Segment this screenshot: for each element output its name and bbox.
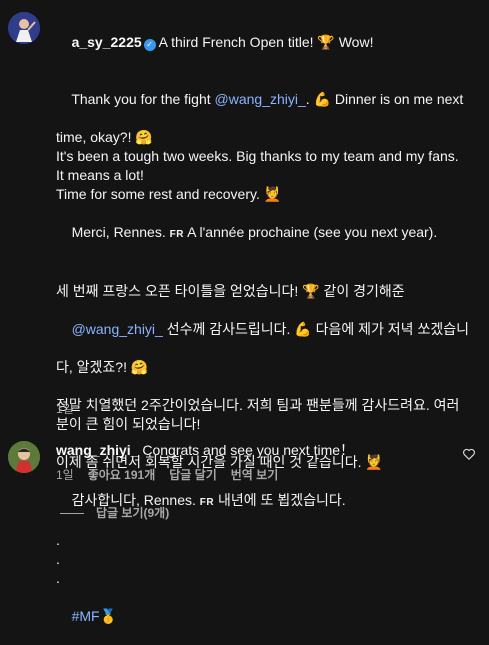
medal-icon: 🥇 [99, 608, 117, 624]
avatar[interactable] [8, 441, 40, 473]
caption-text: A third French Open title! 🏆 Wow! [158, 34, 374, 50]
divider [60, 513, 84, 514]
reply-username[interactable]: wang_zhiyi_ [56, 442, 138, 458]
post-caption: a_sy_2225 ✓ A third French Open title! 🏆 W… [56, 14, 476, 645]
caption-text: 내년에 또 뵙겠습니다. [214, 492, 346, 508]
username[interactable]: a_sy_2225 [72, 34, 142, 50]
caption-text: Merci, Rennes. [71, 224, 170, 240]
post-timestamp[interactable]: 1일 [56, 400, 74, 419]
caption-line: Thank you for the fight @wang_zhiyi_. 💪 … [56, 71, 476, 128]
translate-button[interactable]: 번역 보기 [231, 466, 279, 485]
reply-button[interactable]: 답글 달기 [169, 466, 217, 485]
dot-line: . [56, 532, 60, 548]
likes-count[interactable]: 좋아요 191개 [88, 466, 156, 485]
caption-line: Merci, Rennes. FR A l'année prochaine (s… [56, 204, 476, 263]
dot-line: . [56, 551, 60, 567]
caption-text: 선수께 감사드립니다. 💪 다음에 제가 저녁 쏘겠습니 [162, 321, 469, 337]
caption-text: . 💪 Dinner is on me next [305, 91, 464, 107]
caption-line: a_sy_2225 ✓ A third French Open title! 🏆 W… [56, 14, 476, 71]
mention-link[interactable]: @wang_zhiyi_ [215, 91, 306, 107]
caption-text: A l'année prochaine (see you next year). [183, 224, 438, 240]
hashtag-link[interactable]: #MF [72, 608, 100, 624]
flag-fr-icon: FR [199, 497, 215, 508]
reply-actions: 1일 좋아요 191개 답글 달기 번역 보기 [56, 466, 278, 485]
reply-comment: wang_zhiyi_ Congrats and see you next ti… [56, 441, 456, 460]
reply-text: Congrats and see you next time！ [138, 442, 355, 458]
caption-line: 분이 큰 힘이 되었습니다! [56, 416, 201, 432]
reply-timestamp[interactable]: 1일 [56, 466, 74, 485]
caption-line: time, okay?! 🤗 [56, 129, 153, 145]
caption-text: Thank you for the fight [71, 91, 215, 107]
dot-line: . [56, 570, 60, 586]
caption-line: 다, 알겠죠?! 🤗 [56, 359, 149, 375]
verified-icon: ✓ [143, 39, 156, 51]
heart-icon[interactable] [462, 447, 476, 461]
caption-line: 세 번째 프랑스 오픈 타이틀을 얻었습니다! 🏆 같이 경기해준 [56, 283, 405, 299]
caption-line: Time for some rest and recovery. 💆 [56, 186, 282, 202]
caption-line: @wang_zhiyi_ 선수께 감사드립니다. 💪 다음에 제가 저녁 쏘겠습… [56, 301, 476, 358]
caption-line: It's been a tough two weeks. Big thanks … [56, 148, 459, 164]
caption-line: 정말 치열했던 2주간이었습니다. 저희 팀과 팬분들께 감사드려요. 여러 [56, 397, 460, 413]
view-replies-label: 답글 보기(9개) [96, 506, 170, 520]
caption-line: It means a lot! [56, 167, 144, 183]
view-replies-button[interactable]: 답글 보기(9개) [60, 504, 169, 523]
avatar[interactable] [8, 12, 40, 44]
mention-link[interactable]: @wang_zhiyi_ [72, 321, 163, 337]
caption-line: #MF🥇 [56, 588, 476, 645]
flag-fr-icon: FR [169, 229, 184, 240]
